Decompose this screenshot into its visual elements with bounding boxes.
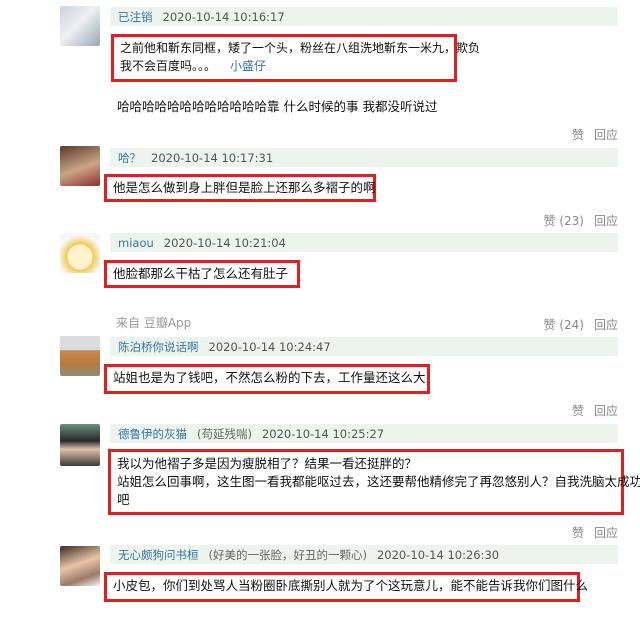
comment-actions: 赞 (24) 回应 bbox=[544, 316, 618, 333]
comment-actions: 赞 回应 bbox=[572, 524, 618, 541]
avatar[interactable] bbox=[60, 336, 100, 376]
comment-meta: miaou 2020-10-14 10:21:04 bbox=[110, 233, 618, 252]
quote-line: 之前他和靳东同框，矮了一个头，粉丝在八组洗地靳东一米九，欺负 bbox=[120, 41, 481, 55]
comment-meta: 哈？ 2020-10-14 10:17:31 bbox=[110, 148, 618, 167]
comment-author[interactable]: 已注销 bbox=[118, 9, 153, 25]
comment-meta: 无心颇狗问书桓 (好美的一张脸，好丑的一颗心) 2020-10-14 10:26… bbox=[110, 545, 618, 564]
like-button[interactable]: 赞 bbox=[572, 402, 584, 419]
like-button[interactable]: 赞 (23) bbox=[544, 212, 584, 229]
comment-time: 2020-10-14 10:26:30 bbox=[376, 547, 500, 562]
reply-button[interactable]: 回应 bbox=[594, 212, 618, 229]
comment-actions: 赞 回应 bbox=[572, 126, 618, 143]
comment-signature: (好美的一张脸，好丑的一颗心) bbox=[208, 547, 367, 562]
comment-signature: (苟延残喘) bbox=[197, 426, 252, 441]
comment-text: 哈哈哈哈哈哈哈哈哈哈哈哈靠 什么时候的事 我都没听说过 bbox=[117, 99, 438, 114]
comment-author[interactable]: 哈？ bbox=[118, 150, 141, 166]
like-button[interactable]: 赞 (24) bbox=[544, 316, 584, 333]
reply-button[interactable]: 回应 bbox=[594, 126, 618, 143]
comment-author[interactable]: 无心颇狗问书桓 bbox=[118, 547, 199, 563]
comment-time: 2020-10-14 10:21:04 bbox=[163, 235, 286, 250]
like-button[interactable]: 赞 bbox=[572, 524, 584, 541]
comment-text-line: 我以为他褶子多是因为瘦脱相了？结果一看还挺胖的？ bbox=[117, 456, 418, 471]
comment-author[interactable]: 陈泊桥你说话啊 bbox=[118, 339, 199, 355]
comment-time: 2020-10-14 10:24:47 bbox=[208, 339, 331, 354]
comment-author[interactable]: miaou bbox=[118, 236, 154, 250]
quote-author[interactable]: 小盛仔 bbox=[230, 59, 266, 73]
quote-line: 我不会百度吗。。。 bbox=[120, 59, 217, 73]
comment-text: 他是怎么做到身上胖但是脸上还那么多褶子的啊 bbox=[104, 174, 376, 202]
comment-author[interactable]: 德鲁伊的灰猫 bbox=[118, 426, 187, 442]
comment-text: 他脸都那么干枯了怎么还有肚子 bbox=[104, 260, 300, 288]
comment-text-line: 吧 bbox=[117, 492, 130, 507]
avatar[interactable] bbox=[60, 546, 100, 586]
quoted-comment: 之前他和靳东同框，矮了一个头，粉丝在八组洗地靳东一米九，欺负 我不会百度吗。。。… bbox=[111, 34, 481, 82]
reply-button[interactable]: 回应 bbox=[594, 402, 618, 419]
comment-text: 小皮包，你们到处骂人当粉圈卧底撕别人就为了个这玩意儿，能不能告诉我你们图什么 bbox=[104, 572, 588, 602]
comment-actions: 赞 (23) 回应 bbox=[544, 212, 618, 229]
avatar[interactable] bbox=[60, 424, 100, 466]
comment-source: 来自 豆瓣App bbox=[116, 316, 192, 330]
comment-time: 2020-10-14 10:25:27 bbox=[261, 426, 385, 441]
comment-text-line: 站姐怎么回事啊，这生图一看我都能呕过去，这还要帮他精修完了再忽悠别人？自我洗脑太… bbox=[117, 474, 640, 489]
comment-actions: 赞 回应 bbox=[572, 402, 618, 419]
reply-button[interactable]: 回应 bbox=[594, 524, 618, 541]
comment-text: 站姐也是为了钱吧，不然怎么粉的下去，工作量还这么大 bbox=[104, 364, 430, 394]
comment-text-box: 我以为他褶子多是因为瘦脱相了？结果一看还挺胖的？ 站姐怎么回事啊，这生图一看我都… bbox=[108, 449, 640, 515]
avatar[interactable] bbox=[60, 6, 100, 46]
comment-time: 2020-10-14 10:16:17 bbox=[162, 9, 285, 24]
avatar[interactable] bbox=[60, 233, 100, 273]
comment-meta: 已注销 2020-10-14 10:16:17 bbox=[110, 7, 618, 26]
comment-time: 2020-10-14 10:17:31 bbox=[151, 150, 274, 165]
avatar[interactable] bbox=[60, 146, 100, 186]
like-button[interactable]: 赞 bbox=[572, 126, 584, 143]
comment-meta: 陈泊桥你说话啊 2020-10-14 10:24:47 bbox=[110, 337, 618, 356]
comment-meta: 德鲁伊的灰猫 (苟延残喘) 2020-10-14 10:25:27 bbox=[110, 424, 618, 443]
reply-button[interactable]: 回应 bbox=[594, 316, 618, 333]
